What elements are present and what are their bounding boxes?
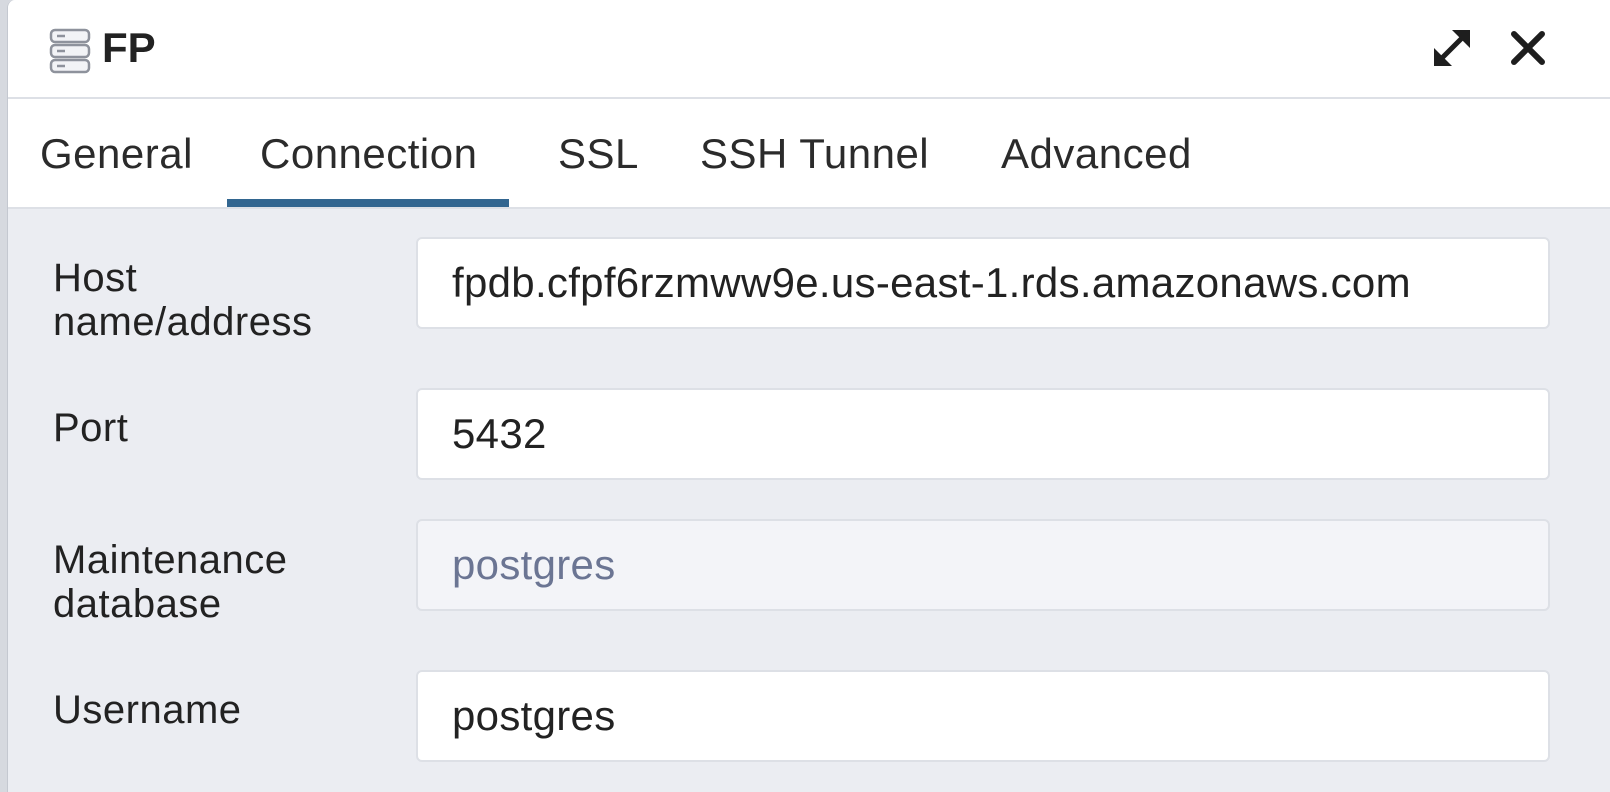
close-button[interactable]: [1504, 24, 1552, 72]
maintenance-db-input: [416, 519, 1550, 611]
close-icon: [1511, 31, 1545, 65]
tab-connection[interactable]: Connection: [226, 99, 511, 207]
server-properties-dialog: FP General Connection SSL SSH Tunnel Adv…: [7, 0, 1610, 792]
expand-icon: [1434, 30, 1470, 66]
tab-general[interactable]: General: [40, 99, 193, 207]
port-input[interactable]: [416, 388, 1550, 480]
tab-advanced[interactable]: Advanced: [1001, 99, 1192, 207]
host-label: Host name/address: [53, 256, 312, 344]
host-label-line2: name/address: [53, 300, 313, 344]
host-label-line1: Host: [53, 256, 138, 300]
tab-ssh-tunnel[interactable]: SSH Tunnel: [700, 99, 929, 207]
username-input[interactable]: [416, 670, 1550, 762]
tab-bar: General Connection SSL SSH Tunnel Advanc…: [8, 99, 1610, 209]
expand-button[interactable]: [1428, 24, 1476, 72]
maintenance-db-label-line1: Maintenance: [53, 538, 288, 582]
dialog-titlebar: FP: [8, 0, 1610, 99]
tab-ssl[interactable]: SSL: [558, 99, 639, 207]
port-label: Port: [53, 406, 129, 450]
server-icon: [48, 28, 92, 74]
maintenance-db-label-line2: database: [53, 582, 222, 626]
host-input[interactable]: [416, 237, 1550, 329]
username-label: Username: [53, 688, 242, 732]
dialog-title: FP: [102, 24, 156, 71]
maintenance-db-label: Maintenance database: [53, 538, 288, 626]
